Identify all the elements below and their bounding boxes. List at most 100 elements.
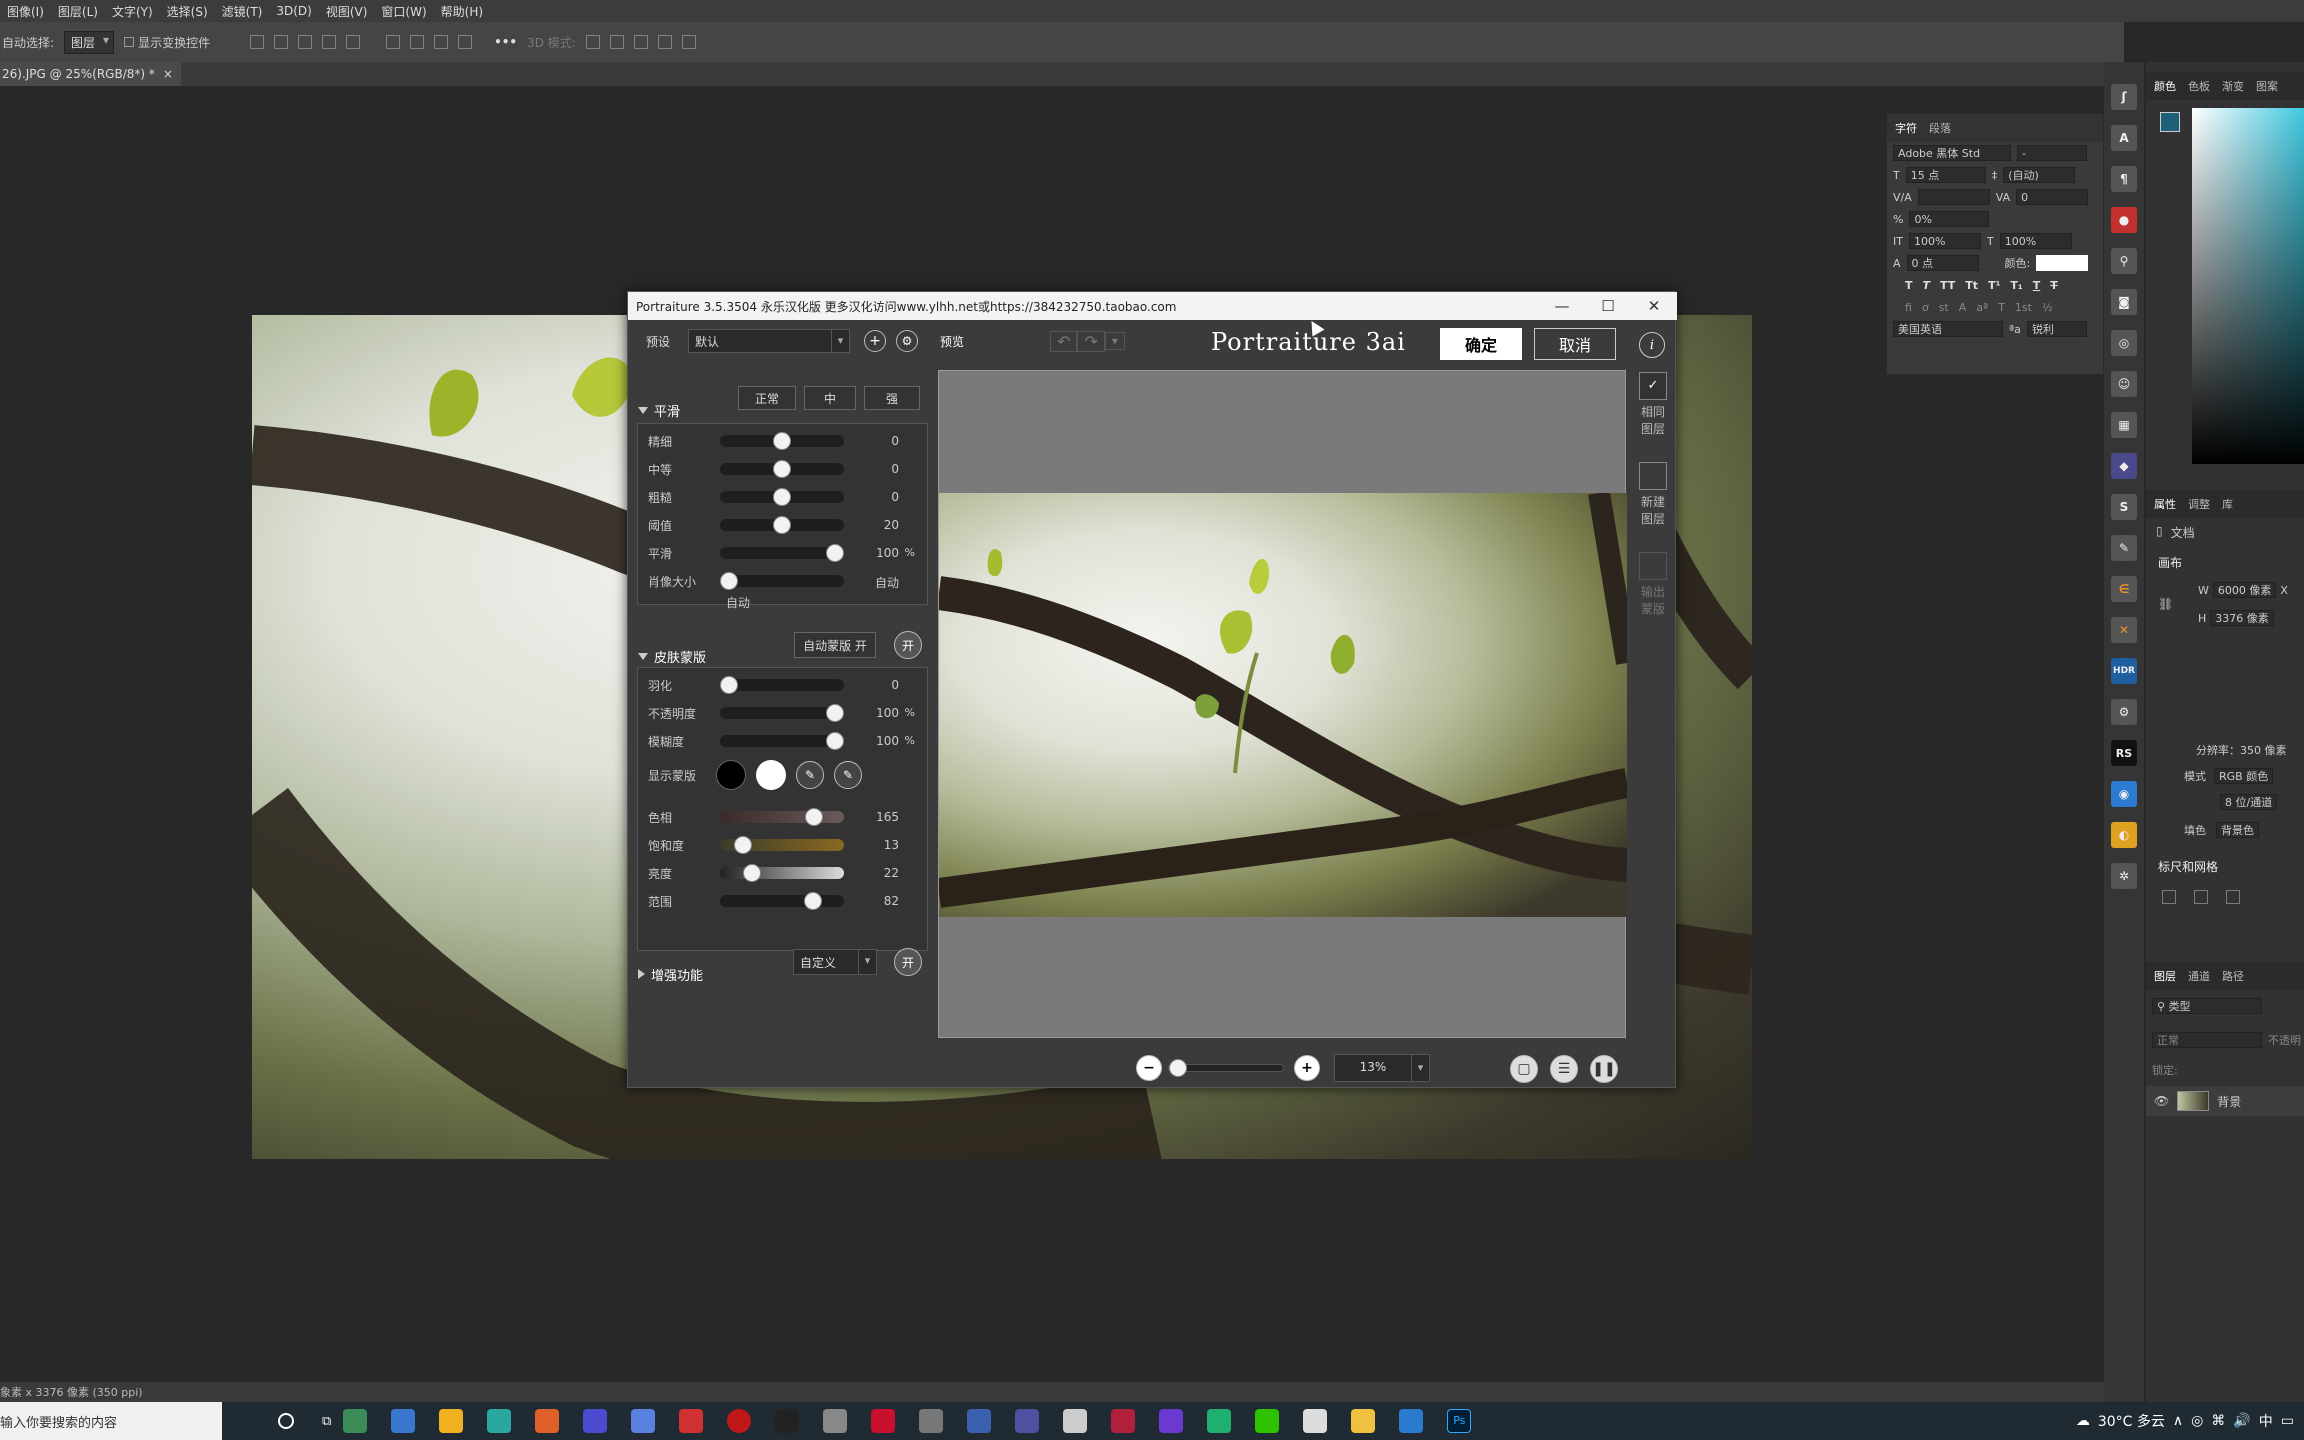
split-vertical-icon[interactable]: ❚❚: [1590, 1055, 1618, 1083]
app-icon-3[interactable]: [439, 1409, 464, 1433]
blend-mode-dropdown[interactable]: 正常: [2152, 1032, 2262, 1048]
3d-slide-icon[interactable]: [657, 35, 672, 49]
brush-icon[interactable]: ✎: [2111, 535, 2137, 561]
tsume-field[interactable]: 0%: [1909, 211, 1990, 227]
zoom-out-button[interactable]: −: [1136, 1055, 1162, 1081]
zoom-slider-track[interactable]: [1168, 1059, 1284, 1077]
menu-filter[interactable]: 滤镜(T): [215, 3, 270, 20]
smoothing-slider-knob[interactable]: [773, 516, 791, 534]
hdr-icon[interactable]: HDR: [2111, 658, 2137, 684]
app-icon-4[interactable]: [487, 1409, 512, 1433]
shape-icon[interactable]: ◆: [2111, 453, 2137, 479]
enhancement-dropdown[interactable]: 自定义 ▾: [793, 949, 877, 975]
skin-tone-slider-track[interactable]: [720, 892, 844, 910]
gear-plugin-icon[interactable]: ⚙: [2111, 699, 2137, 725]
ligature-button[interactable]: fi: [1905, 301, 1912, 314]
tab-patterns[interactable]: 图案: [2256, 78, 2278, 94]
smoothing-slider-track[interactable]: [720, 488, 844, 506]
skin-tone-slider-track[interactable]: [720, 864, 844, 882]
app-icon-19[interactable]: [1303, 1409, 1328, 1433]
fraction-button[interactable]: ½: [2042, 301, 2053, 314]
tab-properties[interactable]: 属性: [2154, 496, 2176, 512]
smoothing-slider-knob[interactable]: [773, 460, 791, 478]
grid-icon[interactable]: [2194, 890, 2208, 904]
minimize-icon[interactable]: —: [1539, 292, 1585, 320]
foreground-color-swatch[interactable]: [2160, 112, 2180, 132]
tab-paths[interactable]: 路径: [2222, 968, 2244, 984]
auto-select-dropdown[interactable]: 图层: [64, 30, 115, 54]
vertical-scale-field[interactable]: 100%: [1908, 233, 1981, 249]
auto-mask-button[interactable]: 自动蒙版 开: [794, 632, 876, 658]
smoothing-slider-track[interactable]: [720, 460, 844, 478]
history-dropdown-icon[interactable]: ▾: [1104, 332, 1125, 350]
preset-medium-button[interactable]: 中: [804, 386, 856, 410]
menu-select[interactable]: 选择(S): [160, 3, 215, 20]
skin-mask-slider-track[interactable]: [720, 704, 844, 722]
clone-source-icon[interactable]: ⚲: [2111, 248, 2137, 274]
network-icon[interactable]: ⌘: [2211, 1413, 2225, 1429]
cancel-button[interactable]: 取消: [1534, 328, 1616, 360]
character-panel-icon[interactable]: A: [2111, 125, 2137, 151]
zoom-level-dropdown[interactable]: 13% ▾: [1334, 1054, 1430, 1082]
tab-color[interactable]: 颜色: [2154, 78, 2176, 94]
single-view-icon[interactable]: ▢: [1510, 1055, 1538, 1083]
guides-icon[interactable]: [2226, 890, 2240, 904]
horizontal-scale-field[interactable]: 100%: [1999, 233, 2072, 249]
align-top-icon[interactable]: [386, 35, 401, 49]
photoshop-icon[interactable]: Ps: [1447, 1409, 1472, 1433]
app-icon-14[interactable]: [1015, 1409, 1040, 1433]
language-dropdown[interactable]: 美国英语: [1893, 321, 2003, 337]
swash-button[interactable]: st: [1939, 301, 1949, 314]
record-app-icon[interactable]: [727, 1409, 752, 1433]
skin-tone-slider-knob[interactable]: [803, 892, 822, 910]
plugin-icon[interactable]: ◎: [2111, 330, 2137, 356]
wechat-icon[interactable]: [1255, 1409, 1280, 1433]
close-icon[interactable]: ✕: [1631, 292, 1677, 320]
mask-white-swatch[interactable]: [756, 760, 786, 790]
app-icon-13[interactable]: [967, 1409, 992, 1433]
app-icon-11[interactable]: [871, 1409, 896, 1433]
eye-icon[interactable]: 👁: [2154, 1094, 2169, 1108]
layer-row[interactable]: 👁 背景: [2146, 1086, 2304, 1116]
ordinal-button[interactable]: 1st: [2015, 301, 2032, 314]
3d-pan-icon[interactable]: [633, 35, 648, 49]
eyedropper-plus-icon[interactable]: ✎: [834, 761, 862, 789]
volume-icon[interactable]: 🔊: [2233, 1413, 2250, 1429]
app-icon-9[interactable]: [775, 1409, 800, 1433]
app-icon-15[interactable]: [1063, 1409, 1088, 1433]
menu-type[interactable]: 文字(Y): [105, 3, 160, 20]
align-center-icon[interactable]: [274, 35, 289, 49]
photos-icon[interactable]: [1399, 1409, 1424, 1433]
app-icon-5[interactable]: [535, 1409, 560, 1433]
smoothing-slider-track[interactable]: [720, 544, 844, 562]
ordinals-button[interactable]: aª: [1976, 301, 1988, 314]
distribute-h-icon[interactable]: [458, 35, 473, 49]
same-layer-checkbox[interactable]: ✓: [1639, 372, 1667, 400]
tab-channels[interactable]: 通道: [2188, 968, 2210, 984]
faux-bold-button[interactable]: T: [1905, 279, 1913, 292]
enhancements-toggle[interactable]: 开: [894, 948, 922, 976]
document-tab[interactable]: 26).JPG @ 25%(RGB/8*) * ×: [0, 62, 181, 86]
smoothing-slider-track[interactable]: [720, 516, 844, 534]
strikethrough-button[interactable]: T: [2050, 279, 2058, 292]
small-caps-button[interactable]: Tt: [1965, 279, 1978, 292]
app-icon-7[interactable]: [631, 1409, 656, 1433]
info-icon[interactable]: i: [1639, 332, 1665, 358]
smoothing-slider-track[interactable]: [720, 572, 844, 590]
add-preset-button[interactable]: +: [864, 330, 887, 352]
tracking-field[interactable]: 0: [2016, 189, 2089, 205]
split-horizontal-icon[interactable]: ☰: [1550, 1055, 1578, 1083]
more-options-icon[interactable]: •••: [494, 35, 517, 49]
app-icon-12[interactable]: [919, 1409, 944, 1433]
menu-window[interactable]: 窗口(W): [374, 3, 433, 20]
layer-search-input[interactable]: ⚲ 类型: [2152, 998, 2262, 1014]
zoom-in-button[interactable]: +: [1294, 1055, 1320, 1081]
atom-icon[interactable]: ✲: [2111, 863, 2137, 889]
faux-italic-button[interactable]: T: [1923, 279, 1931, 292]
menu-3d[interactable]: 3D(D): [269, 4, 318, 18]
skin-mask-slider-knob[interactable]: [720, 676, 738, 694]
new-layer-checkbox[interactable]: [1639, 462, 1667, 490]
paragraph-panel-icon[interactable]: ¶: [2111, 166, 2137, 192]
align-bottom-icon[interactable]: [322, 35, 337, 49]
tools-icon[interactable]: ✕: [2111, 617, 2137, 643]
